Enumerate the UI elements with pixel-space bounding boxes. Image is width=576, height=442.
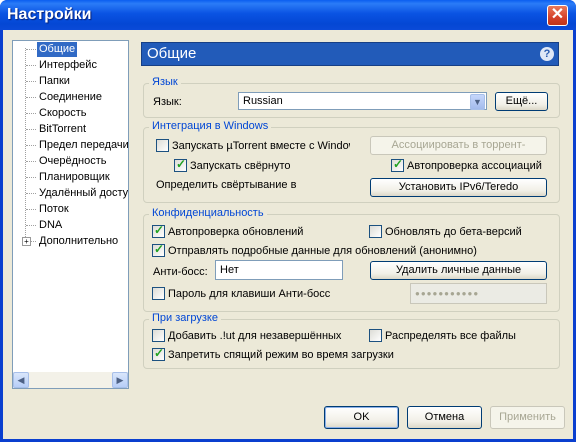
language-label: Язык: <box>153 96 182 108</box>
auto-update-checkbox[interactable] <box>152 223 165 238</box>
tree-item-label: Скорость <box>39 107 87 119</box>
append-ut-label: Добавить .!ut для незавершённых <box>168 330 342 342</box>
associate-torrent-label: Ассоциировать в торрент-файлами <box>391 139 526 151</box>
start-minimized-checkbox[interactable] <box>174 157 187 172</box>
boss-password-value: ●●●●●●●●●●● <box>415 289 480 298</box>
boss-password-input[interactable]: ●●●●●●●●●●● <box>410 283 547 304</box>
tree-item-label: Поток <box>39 203 69 215</box>
chevron-down-icon[interactable]: ▼ <box>470 94 485 110</box>
language-select[interactable]: Russian ▼ <box>238 92 487 110</box>
tree-item[interactable]: BitTorrent <box>13 122 128 137</box>
language-more-label: Ещё... <box>505 95 538 107</box>
start-with-windows-checkbox[interactable] <box>156 139 169 152</box>
install-ipv6-button[interactable]: Установить IPv6/Teredo <box>370 178 547 197</box>
boss-key-input[interactable]: Нет <box>215 260 343 280</box>
beta-update-checkbox[interactable] <box>369 225 382 238</box>
help-icon[interactable]: ? <box>540 47 554 61</box>
minimize-to-label: Определить свёртывание в <box>156 179 297 191</box>
boss-key-value: Нет <box>220 264 239 276</box>
start-minimized-label: Запускать свёрнуто <box>190 160 291 172</box>
start-with-windows-label: Запускать µTorrent вместе с Windows <box>172 140 350 152</box>
cancel-label: Отмена <box>424 411 465 423</box>
send-data-checkbox[interactable] <box>152 242 165 257</box>
append-ut-checkbox[interactable] <box>152 329 165 342</box>
tree-item-label: Общие <box>35 41 79 58</box>
tree-item-label: Соединение <box>39 91 103 103</box>
clear-private-data-label: Удалить личные данные <box>395 264 522 276</box>
title-bar[interactable]: Настройки ✕ <box>0 0 576 30</box>
tree-item[interactable]: + Дополнительно <box>13 234 128 249</box>
prevent-sleep-label: Запретить спящий режим во время загрузки <box>168 349 394 361</box>
auto-check-associations-checkbox[interactable] <box>391 157 404 172</box>
prealloc-checkbox[interactable] <box>369 329 382 342</box>
ok-label: OK <box>353 411 370 423</box>
tree-item-label: BitTorrent <box>39 123 87 135</box>
boss-password-label: Пароль для клавиши Анти-босс <box>168 288 331 300</box>
tree-item[interactable]: Предел передачи <box>13 138 128 153</box>
language-more-button[interactable]: Ещё... <box>495 92 548 111</box>
tree-item[interactable]: Скорость <box>13 106 128 121</box>
tree-item[interactable]: Удалённый доступ <box>13 186 128 201</box>
download-group: При загрузке <box>143 312 560 369</box>
associate-torrent-button[interactable]: Ассоциировать в торрент-файлами <box>370 136 547 155</box>
scroll-left-icon[interactable]: ◀ <box>13 372 29 388</box>
tree-item[interactable]: Планировщик <box>13 170 128 185</box>
prevent-sleep-checkbox[interactable] <box>152 346 165 361</box>
settings-tree: Общие Интерфейс Папки Соединение Скорость Bit… <box>12 40 129 389</box>
language-select-value: Russian <box>243 95 283 107</box>
tree-horizontal-scrollbar[interactable]: ◀ ▶ <box>13 372 128 388</box>
close-button[interactable]: ✕ <box>547 5 568 26</box>
tree-item[interactable]: DNA <box>13 218 128 233</box>
tree-item[interactable]: Очерёдность <box>13 154 128 169</box>
tree-item-label: DNA <box>39 219 63 231</box>
window-title: Настройки <box>7 6 92 23</box>
cancel-button[interactable]: Отмена <box>407 406 482 429</box>
tree-item[interactable]: Поток <box>13 202 128 217</box>
tree-item-label: Очерёдность <box>39 155 107 167</box>
tree-item-label: Удалённый доступ <box>39 187 129 199</box>
privacy-group-title: Конфиденциальность <box>149 207 267 219</box>
apply-button[interactable]: Применить <box>490 406 565 429</box>
tree-item-label: Предел передачи <box>39 139 129 151</box>
auto-update-label: Автопроверка обновлений <box>168 226 304 238</box>
clear-private-data-button[interactable]: Удалить личные данные <box>370 261 547 280</box>
tree-item-label: Папки <box>39 75 70 87</box>
ok-button[interactable]: OK <box>324 406 399 429</box>
language-group-title: Язык <box>149 76 181 88</box>
panel-title: Общие <box>147 45 197 62</box>
windows-group-title: Интеграция в Windows <box>149 120 272 132</box>
settings-window: Настройки ✕ Общие Интерфейс Папки Соединени… <box>0 0 576 442</box>
tree-item-label: Планировщик <box>39 171 110 183</box>
download-group-title: При загрузке <box>149 312 221 324</box>
beta-update-label: Обновлять до бета-версий <box>385 226 522 238</box>
tree-item[interactable]: Соединение <box>13 90 128 105</box>
tree-item[interactable]: Интерфейс <box>13 58 128 73</box>
install-ipv6-label: Установить IPv6/Teredo <box>398 181 519 193</box>
tree-item[interactable]: Общие <box>13 41 128 58</box>
dialog-body: Общие Интерфейс Папки Соединение Скорость Bit… <box>3 30 573 439</box>
expand-plus-icon[interactable]: + <box>22 237 31 246</box>
send-data-label: Отправлять подробные данные для обновлен… <box>168 245 477 257</box>
scroll-right-icon[interactable]: ▶ <box>112 372 128 388</box>
apply-label: Применить <box>499 411 556 423</box>
tree-item-label: Дополнительно <box>39 235 119 247</box>
tree-item-label: Интерфейс <box>39 59 97 71</box>
panel-header: Общие ? <box>141 42 559 66</box>
tree-item[interactable]: Папки <box>13 74 128 89</box>
prealloc-label: Распределять все файлы <box>385 330 516 342</box>
auto-check-associations-label: Автопроверка ассоциаций <box>407 160 542 172</box>
boss-password-checkbox[interactable] <box>152 287 165 300</box>
boss-key-label: Анти-босс: <box>153 266 208 278</box>
